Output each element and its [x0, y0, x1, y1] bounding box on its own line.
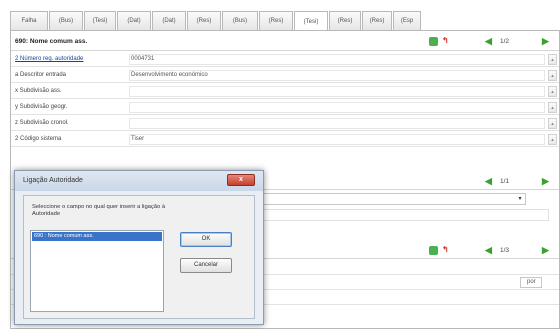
chevron-down-icon[interactable]: ▾: [515, 194, 525, 204]
tab-item[interactable]: Falha: [10, 11, 48, 30]
cancel-button[interactable]: Cancelar: [180, 258, 232, 273]
remove-link-icon[interactable]: ↰: [442, 36, 451, 45]
tabs: Falha (Bus) (Tesi) (Dat) (Dat) (Res) (Bus) (Res…: [10, 11, 560, 31]
field-label: y Subdivisão geogr.: [15, 104, 68, 110]
field-row: 2 Número reg. autoridade 0004731 ▴: [11, 52, 559, 67]
dialog-prompt: Seleccione o campo no qual quer inserir …: [32, 204, 166, 217]
record-title: 690: Nome comum ass.: [15, 38, 88, 45]
field-label: a Descritor entrada: [15, 72, 67, 78]
expand-icon[interactable]: ▴: [548, 118, 557, 129]
tab-item[interactable]: (Res): [362, 11, 392, 30]
tab-item[interactable]: (Res): [329, 11, 361, 30]
record-pager: 1/2: [500, 38, 510, 45]
field-input[interactable]: [129, 102, 545, 113]
previous-arrow-icon[interactable]: ◀: [485, 246, 492, 255]
tab-item[interactable]: (Bus): [222, 11, 258, 30]
ok-button[interactable]: OK: [180, 232, 232, 247]
dialog-titlebar: Ligação Autoridade x: [15, 171, 263, 191]
tab-item[interactable]: (Bus): [49, 11, 83, 30]
authority-link-icon[interactable]: [429, 37, 438, 46]
dialog-title: Ligação Autoridade: [23, 177, 83, 184]
field-label: z Subdivisão cronol.: [15, 120, 69, 126]
field-label: x Subdivisão ass.: [15, 88, 62, 94]
field-value: Desenvolvimento económico: [131, 72, 208, 78]
authority-link-icon[interactable]: [429, 246, 438, 255]
field-row: z Subdivisão cronol. ▴: [11, 116, 559, 131]
expand-icon[interactable]: ▴: [548, 70, 557, 81]
authority-link-dialog: Ligação Autoridade x Seleccione o campo …: [14, 170, 264, 325]
field-row: x Subdivisão ass. ▴: [11, 84, 559, 99]
field-row: a Descritor entrada Desenvolvimento econó…: [11, 68, 559, 83]
tab-item[interactable]: (Res): [259, 11, 293, 30]
tab-item[interactable]: (Dat): [152, 11, 186, 30]
field-input[interactable]: [129, 118, 545, 129]
field-input[interactable]: [129, 86, 545, 97]
remove-link-icon[interactable]: ↰: [442, 245, 451, 254]
field-list[interactable]: 690 : Nome comum ass.: [30, 230, 164, 312]
field-value: Tiser: [131, 136, 145, 142]
close-icon[interactable]: x: [227, 174, 255, 186]
field-label[interactable]: 2 Número reg. autoridade: [15, 56, 83, 62]
next-arrow-icon[interactable]: ▶: [542, 177, 549, 186]
section2-input[interactable]: [251, 209, 549, 221]
field-value: 0004731: [131, 56, 155, 62]
previous-arrow-icon[interactable]: ◀: [485, 37, 492, 46]
field-input[interactable]: [129, 54, 545, 65]
list-item[interactable]: 690 : Nome comum ass.: [32, 232, 162, 241]
tab-item[interactable]: (Tesi): [84, 11, 116, 30]
tab-item[interactable]: (Dat): [117, 11, 151, 30]
record-header: 690: Nome comum ass. ↰ ◀ 1/2 ▶: [11, 31, 559, 51]
expand-icon[interactable]: ▴: [548, 134, 557, 145]
section2-select[interactable]: ▾: [251, 193, 526, 205]
tab-item[interactable]: (Esp: [393, 11, 421, 30]
next-arrow-icon[interactable]: ▶: [542, 37, 549, 46]
dialog-body: Seleccione o campo no qual quer inserir …: [23, 195, 255, 319]
language-select[interactable]: por: [520, 277, 542, 288]
tab-item[interactable]: (Tesi): [294, 11, 328, 31]
expand-icon[interactable]: ▴: [548, 102, 557, 113]
previous-arrow-icon[interactable]: ◀: [485, 177, 492, 186]
field-input[interactable]: [129, 134, 545, 145]
field-row: 2 Código sistema Tiser ▴: [11, 132, 559, 147]
expand-icon[interactable]: ▴: [548, 54, 557, 65]
section2-pager: 1/1: [500, 178, 510, 185]
expand-icon[interactable]: ▴: [548, 86, 557, 97]
field-row: y Subdivisão geogr. ▴: [11, 100, 559, 115]
tab-strip: Falha (Bus) (Tesi) (Dat) (Dat) (Res) (Bus) (Res…: [0, 0, 560, 31]
tab-item[interactable]: (Res): [187, 11, 221, 30]
next-arrow-icon[interactable]: ▶: [542, 246, 549, 255]
field-label: 2 Código sistema: [15, 136, 62, 142]
section3-pager: 1/3: [500, 247, 510, 254]
